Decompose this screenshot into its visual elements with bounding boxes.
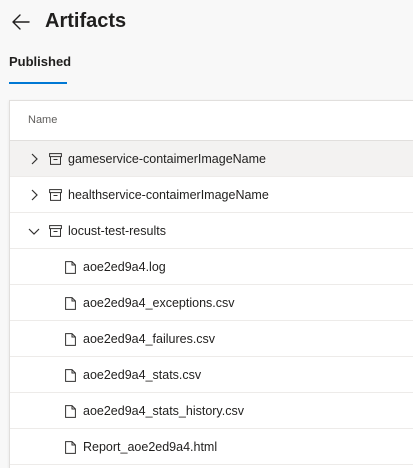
file-row[interactable]: aoe2ed9a4_failures.csv [10, 321, 413, 357]
file-icon [63, 368, 77, 382]
file-row[interactable]: aoe2ed9a4.log [10, 249, 413, 285]
column-header-row: Name [10, 101, 413, 141]
file-label: aoe2ed9a4_stats_history.csv [83, 404, 244, 418]
chevron-down-icon[interactable] [27, 224, 41, 238]
file-label: Report_aoe2ed9a4.html [83, 440, 218, 454]
file-row[interactable]: Report_aoe2ed9a4.html [10, 429, 413, 465]
file-icon [63, 296, 77, 310]
chevron-right-icon[interactable] [27, 152, 41, 166]
file-icon [63, 332, 77, 346]
chevron-right-icon[interactable] [27, 188, 41, 202]
file-label: aoe2ed9a4_exceptions.csv [83, 296, 235, 310]
file-label: aoe2ed9a4_stats.csv [83, 368, 202, 382]
file-icon [63, 440, 77, 454]
folder-row-gameservice[interactable]: gameservice-contaimerImageName [10, 141, 413, 177]
arrow-left-icon [12, 14, 30, 30]
folder-label: gameservice-contaimerImageName [68, 152, 266, 166]
page-header: Artifacts [0, 0, 413, 44]
page-title: Artifacts [45, 10, 127, 32]
file-icon [63, 260, 77, 274]
tab-selected-indicator [9, 82, 67, 84]
artifact-icon [48, 188, 62, 202]
column-header-name[interactable]: Name [28, 114, 57, 126]
artifact-icon [48, 224, 62, 238]
file-icon [63, 404, 77, 418]
folder-row-locust-test-results[interactable]: locust-test-results [10, 213, 413, 249]
artifacts-table: Name gameservice-contaimerImageName heal… [9, 100, 413, 468]
back-button[interactable] [8, 9, 34, 35]
file-row[interactable]: aoe2ed9a4_stats.csv [10, 357, 413, 393]
file-label: aoe2ed9a4_failures.csv [83, 332, 216, 346]
folder-row-healthservice[interactable]: healthservice-contaimerImageName [10, 177, 413, 213]
folder-label: healthservice-contaimerImageName [68, 188, 269, 202]
tab-published[interactable]: Published [9, 54, 71, 79]
file-row[interactable]: aoe2ed9a4_stats_history.csv [10, 393, 413, 429]
file-row[interactable]: aoe2ed9a4_exceptions.csv [10, 285, 413, 321]
folder-label: locust-test-results [68, 224, 166, 238]
artifact-icon [48, 152, 62, 166]
file-label: aoe2ed9a4.log [83, 260, 166, 274]
